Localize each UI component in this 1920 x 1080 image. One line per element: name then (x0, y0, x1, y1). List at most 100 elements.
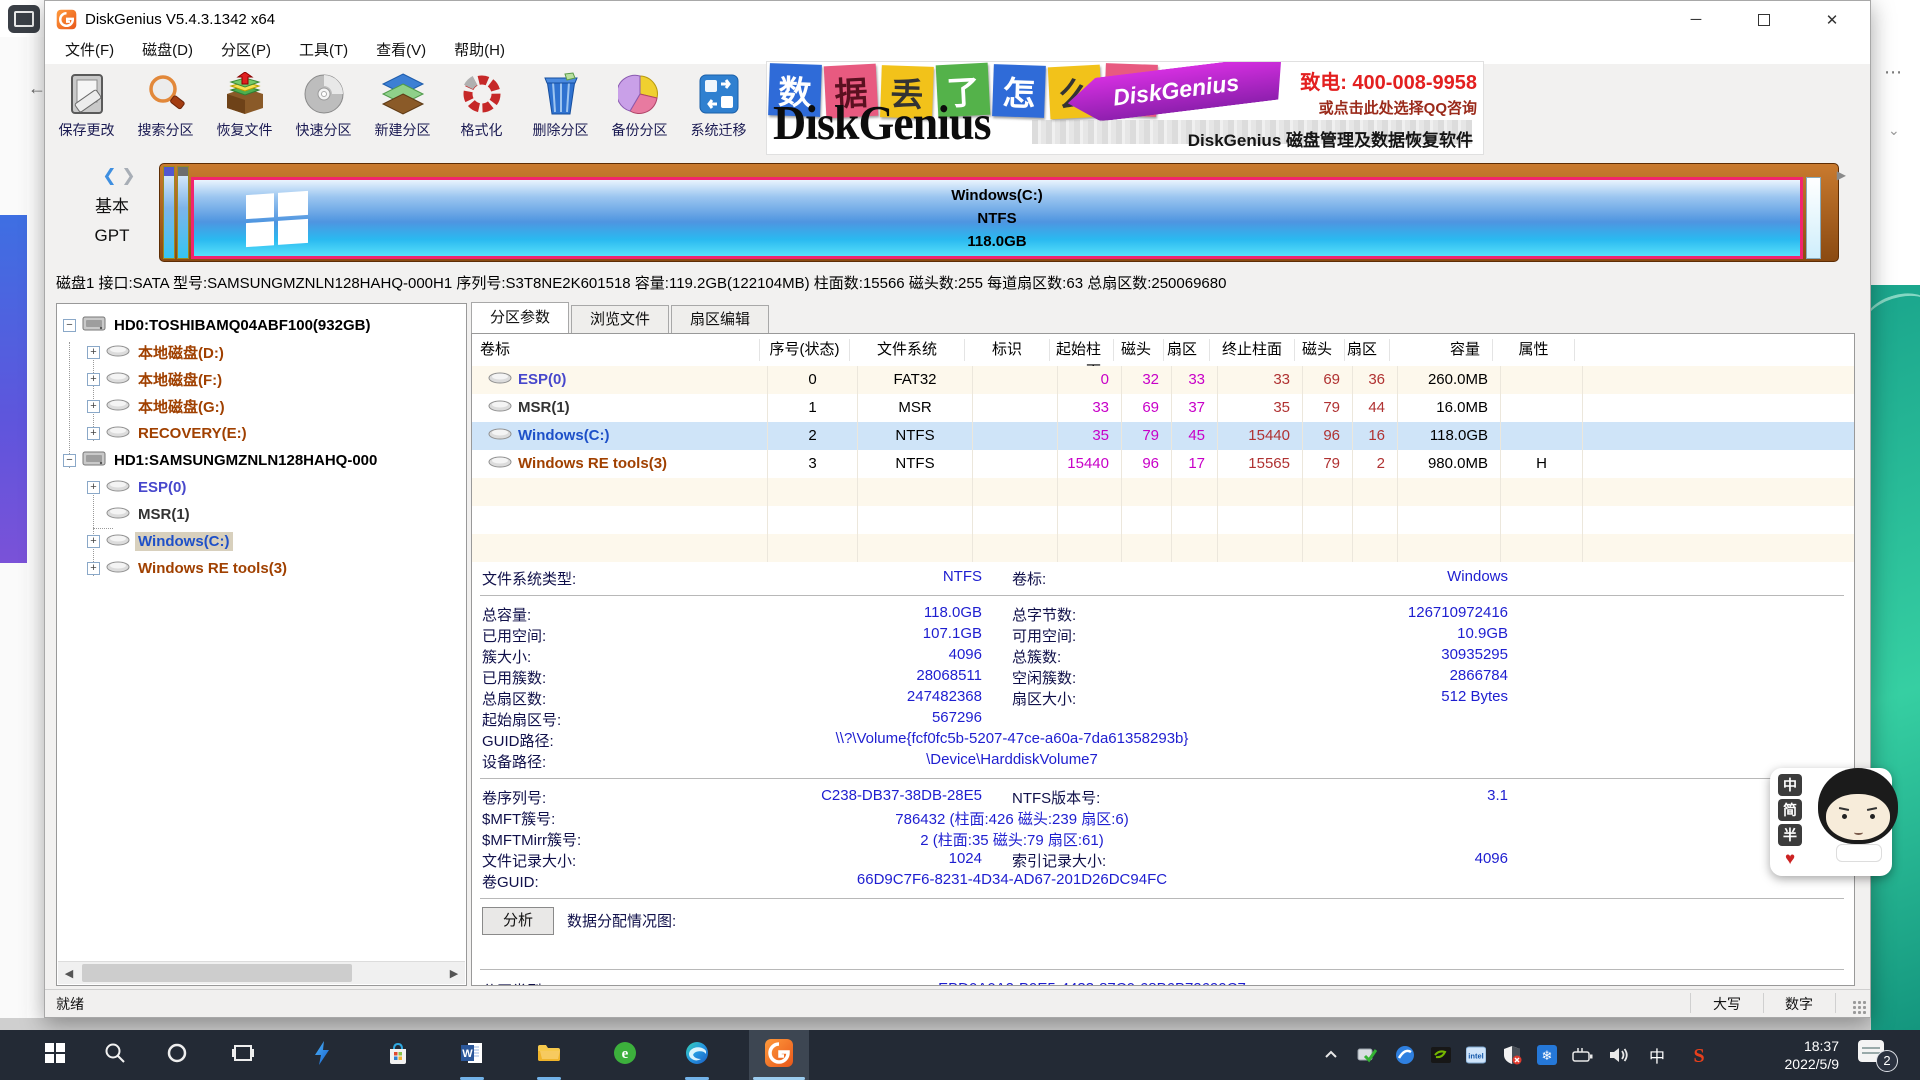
menu-item-2[interactable]: 分区(P) (209, 38, 283, 64)
column-header-10[interactable]: 容量 (1390, 339, 1493, 361)
expand-icon[interactable]: + (87, 481, 100, 494)
column-header-1[interactable]: 序号(状态) (760, 339, 850, 361)
tray-power[interactable] (1568, 1030, 1598, 1080)
table-row-1[interactable]: MSR(1)1MSR33693735794416.0MB (472, 394, 1854, 422)
taskbar-store-button[interactable] (374, 1030, 422, 1080)
menu-item-4[interactable]: 查看(V) (364, 38, 438, 64)
collapse-icon[interactable]: − (63, 319, 76, 332)
table-row-0[interactable]: ESP(0)0FAT3203233336936260.0MB (472, 366, 1854, 394)
collapse-icon[interactable]: − (63, 454, 76, 467)
menu-item-1[interactable]: 磁盘(D) (130, 38, 205, 64)
tray-volume[interactable] (1604, 1030, 1634, 1080)
column-header-2[interactable]: 文件系统 (850, 339, 965, 361)
ime-badge-0[interactable]: 中 (1778, 774, 1802, 796)
table-row-2[interactable]: Windows(C:)2NTFS357945154409616118.0GB (472, 422, 1854, 450)
notification-center-button[interactable]: 2 (1858, 1038, 1898, 1074)
tree-item-9[interactable]: +Windows RE tools(3) (57, 555, 466, 582)
taskbar-diskgenius-button[interactable] (749, 1030, 809, 1080)
expand-icon[interactable]: + (87, 562, 100, 575)
close-button[interactable]: ✕ (1798, 1, 1866, 38)
column-header-8[interactable]: 磁头 (1295, 339, 1345, 361)
disk-bar-scroll-icon[interactable]: ▶ (1837, 168, 1846, 182)
scroll-right-icon[interactable]: ▶ (443, 962, 465, 984)
partition-windows-bar[interactable]: Windows(C:) NTFS 118.0GB (191, 177, 1803, 259)
next-disk-icon[interactable]: ❯ (121, 166, 135, 185)
tree-item-3[interactable]: +本地磁盘(G:) (57, 393, 466, 420)
expand-icon[interactable]: + (87, 400, 100, 413)
more-options-icon[interactable]: ⋯ (1884, 62, 1903, 83)
taskbar-task-view-button[interactable] (219, 1030, 267, 1080)
taskbar-browser-360-button[interactable]: e (601, 1030, 649, 1080)
ime-status-popup[interactable]: 中简半♥ (1770, 768, 1892, 876)
table-row-3[interactable]: Windows RE tools(3)3NTFS1544096171556579… (472, 450, 1854, 478)
tree-item-6[interactable]: +ESP(0) (57, 474, 466, 501)
tree-item-5[interactable]: −HD1:SAMSUNGMZNLN128HAHQ-000 (57, 447, 466, 474)
column-header-9[interactable]: 扇区 (1345, 339, 1390, 361)
tab-1[interactable]: 浏览文件 (571, 305, 669, 333)
toolbar-button-7[interactable]: 备份分区 (600, 66, 679, 154)
menu-item-0[interactable]: 文件(F) (53, 38, 126, 64)
tray-snowflake[interactable]: ❄ (1532, 1030, 1562, 1080)
tray-nvidia[interactable] (1426, 1030, 1456, 1080)
column-header-3[interactable]: 标识 (965, 339, 1050, 361)
toolbar-button-0[interactable]: 保存更改 (47, 66, 126, 154)
column-header-7[interactable]: 终止柱面 (1210, 339, 1295, 361)
analyze-button[interactable]: 分析 (482, 907, 554, 935)
toolbar-button-6[interactable]: 删除分区 (521, 66, 600, 154)
column-header-4[interactable]: 起始柱面 (1050, 339, 1114, 361)
toolbar-button-8[interactable]: 系统迁移 (679, 66, 758, 154)
tree-item-2[interactable]: +本地磁盘(F:) (57, 366, 466, 393)
partition-esp-bar[interactable] (163, 166, 175, 259)
ad-banner[interactable]: 数据丢了怎么！ DiskGenius 致电: 400-008-9958 或点击此… (766, 61, 1484, 155)
toolbar-button-4[interactable]: 新建分区 (363, 66, 442, 154)
tray-ime-zhong[interactable]: 中 (1642, 1030, 1672, 1080)
menu-item-5[interactable]: 帮助(H) (442, 38, 517, 64)
taskbar-start-button[interactable] (31, 1030, 79, 1080)
tab-0[interactable]: 分区参数 (471, 302, 569, 333)
toolbar-button-5[interactable]: 格式化 (442, 66, 521, 154)
taskbar-word-button[interactable]: W (448, 1030, 496, 1080)
menu-item-3[interactable]: 工具(T) (287, 38, 360, 64)
scrollbar-thumb[interactable] (82, 964, 352, 982)
tree-horizontal-scrollbar[interactable]: ◀ ▶ (58, 961, 465, 984)
partition-re-tools-bar[interactable] (1806, 177, 1821, 259)
tree-item-1[interactable]: +本地磁盘(D:) (57, 339, 466, 366)
expand-icon[interactable]: + (87, 535, 100, 548)
scroll-left-icon[interactable]: ◀ (58, 962, 80, 984)
tray-chevron-up[interactable] (1316, 1030, 1346, 1080)
ime-badge-1[interactable]: 简 (1778, 799, 1802, 821)
minimize-button[interactable]: ─ (1662, 1, 1730, 38)
tray-intel[interactable]: intel (1461, 1030, 1491, 1080)
taskbar-cortana-button[interactable] (153, 1030, 201, 1080)
background-tab-icon[interactable] (8, 5, 40, 33)
scroll-down-icon[interactable]: ⌄ (1888, 122, 1900, 139)
tray-blue-oval[interactable] (1390, 1030, 1420, 1080)
ad-qq[interactable]: 或点击此处选择QQ咨询 (1300, 97, 1477, 118)
column-header-0[interactable]: 卷标 (472, 339, 760, 361)
tree-item-8[interactable]: +Windows(C:) (57, 528, 466, 555)
taskbar-clock[interactable]: 18:37 2022/5/9 (1725, 1030, 1843, 1080)
column-header-5[interactable]: 磁头 (1114, 339, 1164, 361)
tree-item-7[interactable]: MSR(1) (57, 501, 466, 528)
taskbar-app-swoosh-button[interactable] (298, 1030, 346, 1080)
tray-card-check[interactable] (1352, 1030, 1382, 1080)
tree-item-4[interactable]: +RECOVERY(E:) (57, 420, 466, 447)
partition-msr-bar[interactable] (177, 166, 189, 259)
ime-badge-2[interactable]: 半 (1778, 824, 1802, 846)
toolbar-button-3[interactable]: 快速分区 (284, 66, 363, 154)
resize-grip[interactable] (1852, 1000, 1866, 1014)
tray-shield[interactable] (1497, 1030, 1527, 1080)
expand-icon[interactable]: + (87, 427, 100, 440)
column-header-11[interactable]: 属性 (1493, 339, 1575, 361)
tab-2[interactable]: 扇区编辑 (671, 305, 769, 333)
tray-sogou[interactable]: S (1684, 1030, 1714, 1080)
toolbar-button-2[interactable]: 恢复文件 (205, 66, 284, 154)
toolbar-button-1[interactable]: 搜索分区 (126, 66, 205, 154)
taskbar-file-explorer-button[interactable] (525, 1030, 573, 1080)
column-header-6[interactable]: 扇区 (1164, 339, 1210, 361)
maximize-button[interactable] (1730, 1, 1798, 38)
tree-item-0[interactable]: −HD0:TOSHIBAMQ04ABF100(932GB) (57, 312, 466, 339)
taskbar-edge-button[interactable] (673, 1030, 721, 1080)
prev-disk-icon[interactable]: ❮ (102, 166, 121, 185)
taskbar-search-button[interactable] (91, 1030, 139, 1080)
